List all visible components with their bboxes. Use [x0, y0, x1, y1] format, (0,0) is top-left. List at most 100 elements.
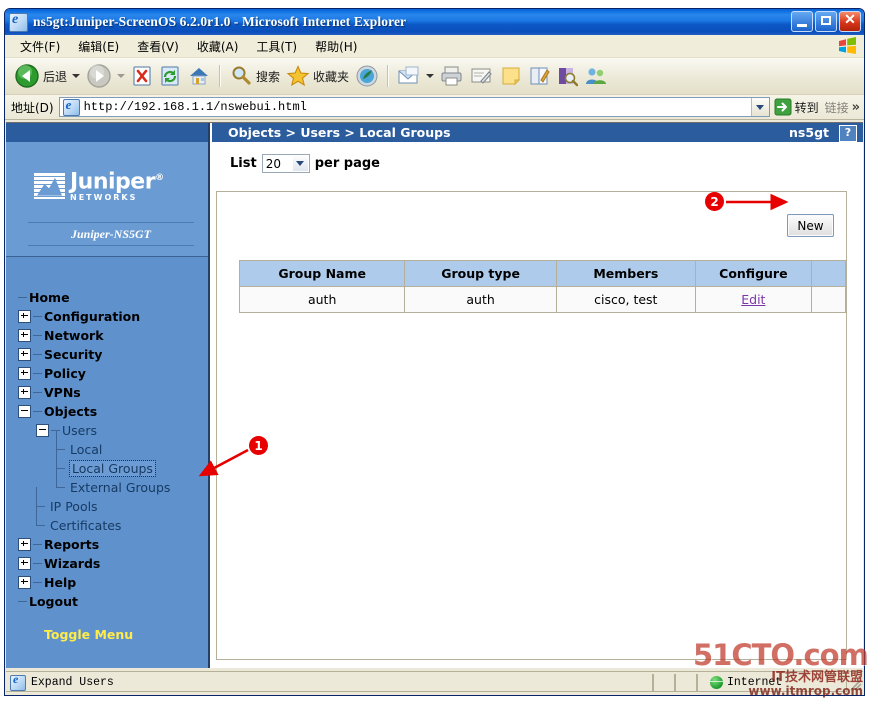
address-input[interactable]: http://192.168.1.1/nswebui.html [58, 97, 770, 117]
menu-file[interactable]: 文件(F) [11, 36, 69, 57]
nav-vpns[interactable]: VPNs [18, 383, 206, 402]
expand-icon[interactable] [18, 367, 31, 380]
per-page-value: 20 [265, 156, 281, 171]
windows-flag-icon [839, 37, 856, 54]
notes-button[interactable] [497, 61, 525, 91]
breadcrumb-bar: Objects > Users > Local Groups ns5gt ? [212, 123, 863, 142]
edit-button[interactable] [467, 61, 497, 91]
mail-button[interactable] [394, 61, 437, 91]
messenger-button[interactable] [581, 61, 611, 91]
forward-history-caret-icon[interactable] [117, 74, 126, 78]
expand-icon[interactable] [18, 557, 31, 570]
tree-connector [33, 335, 42, 336]
resize-grip-icon [850, 679, 862, 691]
stop-button[interactable] [128, 61, 156, 91]
discuss-button[interactable] [525, 61, 553, 91]
collapse-icon[interactable] [36, 424, 49, 437]
nav-reports[interactable]: Reports [18, 535, 206, 554]
content-area: Objects > Users > Local Groups ns5gt ? L… [212, 123, 863, 668]
ie-small-icon [10, 672, 26, 691]
back-history-caret-icon[interactable] [72, 74, 81, 78]
model-strip: Juniper-NS5GT [28, 222, 194, 246]
maximize-button[interactable] [815, 11, 837, 32]
globe-icon [710, 676, 723, 689]
double-chevron-icon[interactable]: » [852, 100, 860, 115]
nav-help[interactable]: Help [18, 573, 206, 592]
nav-users[interactable]: Users [18, 421, 206, 440]
nav-configuration[interactable]: Configuration [18, 307, 206, 326]
status-message-cell: Expand Users [6, 672, 653, 692]
nav-security-label: Security [44, 347, 103, 362]
go-button[interactable]: 转到 [772, 98, 825, 116]
expand-icon[interactable] [18, 538, 31, 551]
mail-caret-icon[interactable] [426, 74, 435, 78]
ie-document-icon [9, 12, 28, 32]
favorites-button[interactable]: 收藏夹 [283, 61, 352, 91]
security-zone-text: Internet [727, 676, 783, 689]
print-button[interactable] [437, 61, 467, 91]
help-button[interactable]: ? [839, 125, 857, 142]
note-icon [502, 67, 521, 86]
nav-certificates[interactable]: Certificates [18, 506, 206, 535]
cell-members: cisco, test [555, 286, 696, 313]
expand-icon[interactable] [18, 348, 31, 361]
expand-icon[interactable] [18, 386, 31, 399]
nav-home[interactable]: Home [18, 288, 206, 307]
close-button[interactable] [839, 11, 861, 32]
minimize-button[interactable] [791, 11, 813, 32]
browser-toolbar: 后退 搜索 收藏夹 [5, 58, 864, 95]
nav-local-groups[interactable]: Local Groups [18, 449, 206, 478]
menu-favorites[interactable]: 收藏(A) [188, 36, 248, 57]
address-dropdown-button[interactable] [750, 98, 769, 116]
edit-link[interactable]: Edit [741, 292, 765, 307]
nav-configuration-label: Configuration [44, 309, 141, 324]
research-button[interactable] [553, 61, 581, 91]
menu-tools[interactable]: 工具(T) [247, 36, 306, 57]
navigation-tree: Home Configuration Network Security Poli… [6, 283, 206, 668]
nav-network[interactable]: Network [18, 326, 206, 345]
toggle-menu-link[interactable]: Toggle Menu [18, 627, 206, 642]
tree-connector [33, 563, 42, 564]
back-button[interactable]: 后退 [11, 61, 83, 91]
column-group-name: Group Name [238, 260, 406, 287]
per-page-dropdown-arrow[interactable] [292, 156, 308, 171]
forward-button[interactable] [83, 61, 128, 91]
cell-extra [810, 286, 847, 313]
toolbar-separator [219, 65, 222, 87]
nav-ip-pools[interactable]: IP Pools [18, 487, 206, 516]
menu-help[interactable]: 帮助(H) [306, 36, 366, 57]
status-bar: Expand Users Internet [6, 671, 863, 694]
home-icon [190, 68, 209, 85]
refresh-button[interactable] [156, 61, 184, 91]
registered-mark: ® [155, 173, 164, 183]
cell-group-type: auth [404, 286, 557, 313]
nav-logout[interactable]: Logout [18, 592, 206, 611]
menu-edit[interactable]: 编辑(E) [69, 36, 128, 57]
media-button[interactable] [352, 61, 382, 91]
nav-security[interactable]: Security [18, 345, 206, 364]
nav-wizards[interactable]: Wizards [18, 554, 206, 573]
new-button[interactable]: New [787, 214, 834, 237]
resize-grip[interactable] [847, 674, 863, 692]
tree-connector [33, 392, 42, 393]
menu-view[interactable]: 查看(V) [128, 36, 188, 57]
tree-connector [33, 354, 42, 355]
window-controls [791, 11, 861, 32]
per-page-select[interactable]: 20 [261, 154, 310, 173]
chevron-down-icon [296, 161, 305, 166]
local-groups-table: Group Name Group type Members Configure … [238, 260, 847, 313]
search-button[interactable]: 搜索 [226, 61, 283, 91]
nav-objects[interactable]: Objects [18, 402, 206, 421]
home-button[interactable] [184, 61, 214, 91]
nav-policy[interactable]: Policy [18, 364, 206, 383]
brand-name: Juniper® [70, 169, 164, 195]
expand-icon[interactable] [18, 310, 31, 323]
nav-network-label: Network [44, 328, 104, 343]
expand-icon[interactable] [18, 576, 31, 589]
menu-bar: 文件(F) 编辑(E) 查看(V) 收藏(A) 工具(T) 帮助(H) [5, 35, 864, 58]
nav-local[interactable]: Local [18, 430, 206, 459]
links-button[interactable]: 链接 » [825, 99, 864, 116]
nav-external-groups[interactable]: External Groups [18, 468, 206, 497]
expand-icon[interactable] [18, 329, 31, 342]
collapse-icon[interactable] [18, 405, 31, 418]
